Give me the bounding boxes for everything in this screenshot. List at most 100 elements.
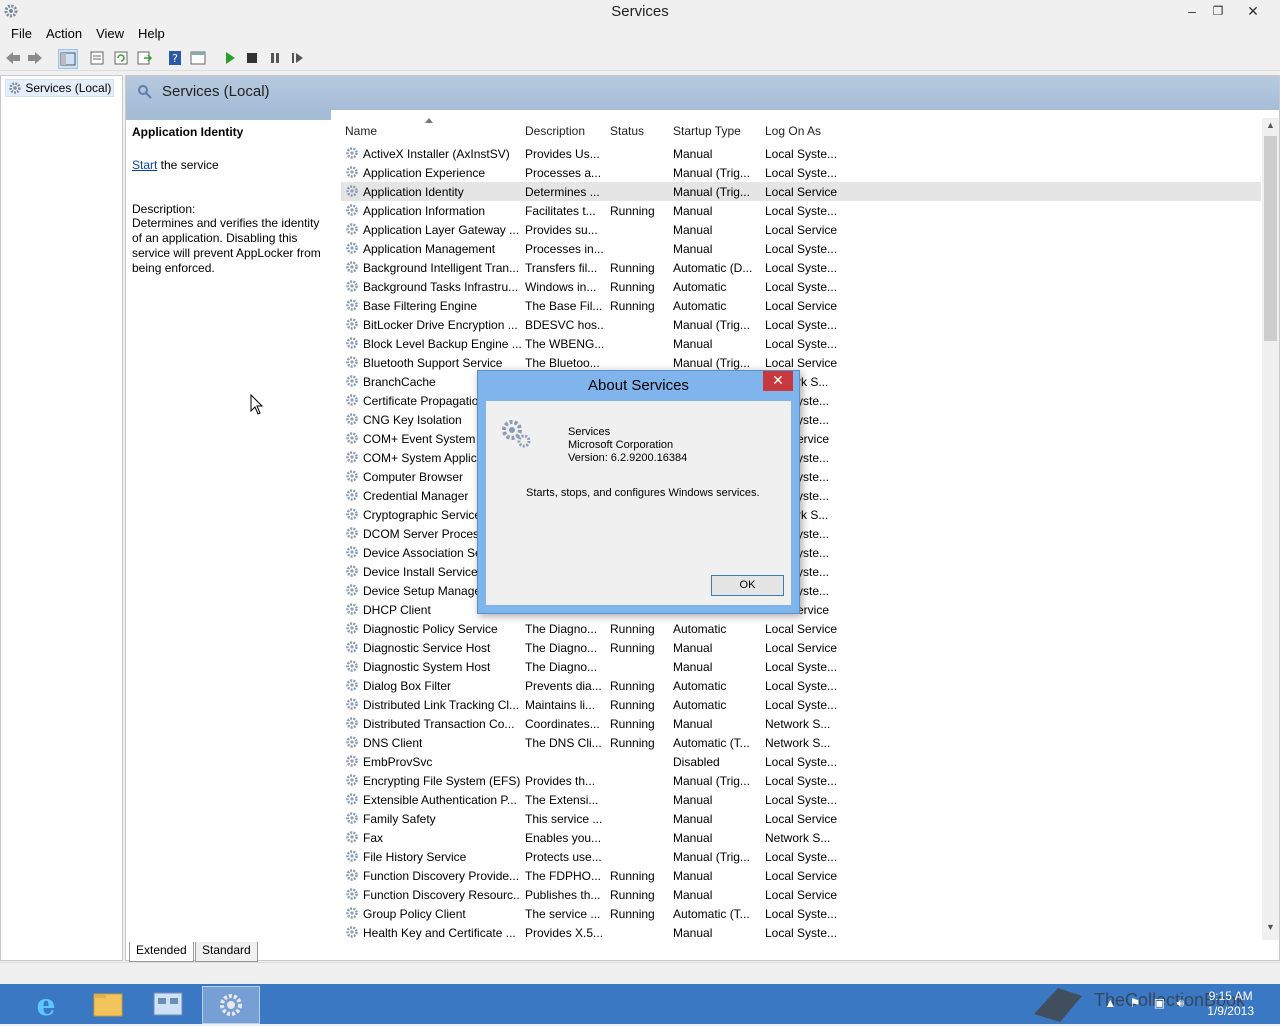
clock[interactable]: 9:15 AM 1/9/2013 [1207, 989, 1254, 1019]
pause-icon[interactable] [266, 49, 284, 67]
network-icon[interactable]: ▣ [1154, 996, 1165, 1010]
service-log-on-as: Local Syste... [765, 850, 838, 864]
help-icon[interactable]: ? [166, 49, 184, 67]
table-row[interactable]: Background Tasks Infrastru... Windows in.… [341, 277, 1261, 296]
back-arrow-icon[interactable] [4, 49, 22, 67]
tree-node-services-local[interactable]: Services (Local) [5, 79, 115, 97]
taskbar-services[interactable] [202, 986, 260, 1024]
taskbar-file-explorer[interactable] [80, 986, 136, 1022]
table-row[interactable]: DNS Client The DNS Cli... Running Automatic… [341, 733, 1261, 752]
start-service-suffix: the service [157, 158, 219, 172]
tab-extended[interactable]: Extended [129, 942, 194, 962]
dialog-close-button[interactable]: ✕ [763, 371, 793, 391]
system-tray[interactable]: ▲ ⚑ ▣ 🔊︎ [1104, 996, 1184, 1011]
table-row[interactable]: Distributed Transaction Co... Coordinates… [341, 714, 1261, 733]
refresh-icon[interactable] [112, 49, 130, 67]
menu-action[interactable]: Action [39, 24, 89, 43]
table-row[interactable]: EmbProvSvc Disabled Local Syste... [341, 752, 1261, 771]
volume-icon[interactable]: 🔊︎ [1176, 996, 1184, 1010]
service-name: BitLocker Drive Encryption ... [363, 318, 518, 332]
service-description: Determines ... [525, 185, 600, 199]
scroll-up-icon[interactable]: ▲ [1262, 120, 1279, 136]
search-gear-icon [138, 85, 152, 99]
export-list-icon[interactable] [135, 49, 153, 67]
column-header-description[interactable]: Description [525, 124, 585, 138]
table-row[interactable]: Function Discovery Resourc... Publishes t… [341, 885, 1261, 904]
close-button[interactable]: ✕ [1238, 0, 1268, 22]
table-row[interactable]: File History Service Protects use... Manua… [341, 847, 1261, 866]
ok-button[interactable]: OK [711, 575, 784, 596]
show-hidden-icons-icon[interactable]: ▲ [1104, 996, 1116, 1010]
service-description: Facilitates t... [525, 204, 596, 218]
taskbar-server-manager[interactable] [140, 986, 196, 1022]
toolbar: ? [0, 46, 1280, 71]
table-row[interactable]: Distributed Link Tracking Cl... Maintains… [341, 695, 1261, 714]
table-row[interactable]: Extensible Authentication P... The Extens… [341, 790, 1261, 809]
column-header-log-on-as[interactable]: Log On As [765, 124, 821, 138]
service-name: Diagnostic System Host [363, 660, 491, 674]
service-log-on-as: Local Syste... [765, 337, 838, 351]
service-startup-type: Manual [673, 812, 713, 826]
table-row[interactable]: Background Intelligent Tran... Transfers … [341, 258, 1261, 277]
table-row[interactable]: Function Discovery Provide... The FDPHO..… [341, 866, 1261, 885]
show-hide-console-tree-icon[interactable] [58, 49, 78, 69]
service-gear-icon [346, 280, 358, 292]
column-header-name[interactable]: Name [345, 124, 377, 138]
service-startup-type: Manual [673, 147, 713, 161]
table-row[interactable]: Application Experience Processes a... Manu… [341, 163, 1261, 182]
service-name: Application Identity [363, 185, 464, 199]
column-header-startup-type[interactable]: Startup Type [673, 124, 741, 138]
service-description: The service ... [525, 907, 601, 921]
help-topics-icon[interactable] [189, 49, 207, 67]
table-row[interactable]: Block Level Backup Engine ... The WBENG..… [341, 334, 1261, 353]
table-row[interactable]: Health Key and Certificate ... Provides X… [341, 923, 1261, 942]
taskbar-internet-explorer[interactable]: e [18, 986, 74, 1023]
service-name: Function Discovery Provide... [363, 869, 520, 883]
column-header-status[interactable]: Status [610, 124, 644, 138]
restore-button[interactable]: ❐ [1205, 0, 1231, 22]
properties-icon[interactable] [88, 49, 106, 67]
table-row[interactable]: Fax Enables you... Manual Network S... [341, 828, 1261, 847]
menu-help[interactable]: Help [131, 24, 172, 43]
service-startup-type: Manual [673, 337, 713, 351]
service-startup-type: Manual [673, 204, 713, 218]
menu-view[interactable]: View [89, 24, 131, 43]
table-row[interactable]: Encrypting File System (EFS) Provides th.… [341, 771, 1261, 790]
service-log-on-as: yste... [797, 489, 830, 503]
minimize-button[interactable]: – [1179, 0, 1205, 22]
table-row[interactable]: Family Safety This service ... Manual Local… [341, 809, 1261, 828]
scrollbar-thumb[interactable] [1264, 136, 1277, 341]
play-icon[interactable] [221, 49, 239, 67]
table-row[interactable]: Base Filtering Engine The Base Fil... Runn… [341, 296, 1261, 315]
action-center-flag-icon[interactable]: ⚑ [1130, 996, 1141, 1010]
table-row[interactable]: Group Policy Client The service ... Runnin… [341, 904, 1261, 923]
table-row[interactable]: ActiveX Installer (AxInstSV) Provides Us.… [341, 144, 1261, 163]
table-row[interactable]: BitLocker Drive Encryption ... BDESVC hos… [341, 315, 1261, 334]
dialog-body: Services Microsoft Corporation Version: … [486, 401, 791, 605]
service-gear-icon [346, 204, 358, 216]
table-row[interactable]: Application Identity Determines ... Manual… [341, 182, 1261, 201]
table-row[interactable]: Application Layer Gateway ... Provides su… [341, 220, 1261, 239]
scroll-down-icon[interactable]: ▼ [1262, 922, 1279, 938]
vertical-scrollbar[interactable]: ▲ ▼ [1262, 118, 1279, 940]
service-gear-icon [346, 318, 358, 330]
table-row[interactable]: Diagnostic System Host The Diagno... Manua… [341, 657, 1261, 676]
tab-standard[interactable]: Standard [195, 942, 258, 962]
table-row[interactable]: Dialog Box Filter Prevents dia... Running A… [341, 676, 1261, 695]
stop-icon[interactable] [243, 49, 261, 67]
service-gear-icon [346, 603, 358, 615]
service-name: Fax [363, 831, 384, 845]
table-row[interactable]: Application Management Processes in... Man… [341, 239, 1261, 258]
tree-node-label: Services (Local) [25, 81, 112, 95]
start-service-link[interactable]: Start [132, 158, 157, 172]
service-name: Family Safety [363, 812, 436, 826]
menu-file[interactable]: File [4, 24, 39, 43]
service-gear-icon [346, 337, 358, 349]
restart-icon[interactable] [289, 49, 307, 67]
table-row[interactable]: Application Information Facilitates t... R… [341, 201, 1261, 220]
table-row[interactable]: Diagnostic Policy Service The Diagno... Ru… [341, 619, 1261, 638]
service-startup-type: Manual [673, 793, 713, 807]
service-startup-type: Manual (Trig... [673, 185, 750, 199]
table-row[interactable]: Diagnostic Service Host The Diagno... Runn… [341, 638, 1261, 657]
forward-arrow-icon[interactable] [26, 49, 44, 67]
